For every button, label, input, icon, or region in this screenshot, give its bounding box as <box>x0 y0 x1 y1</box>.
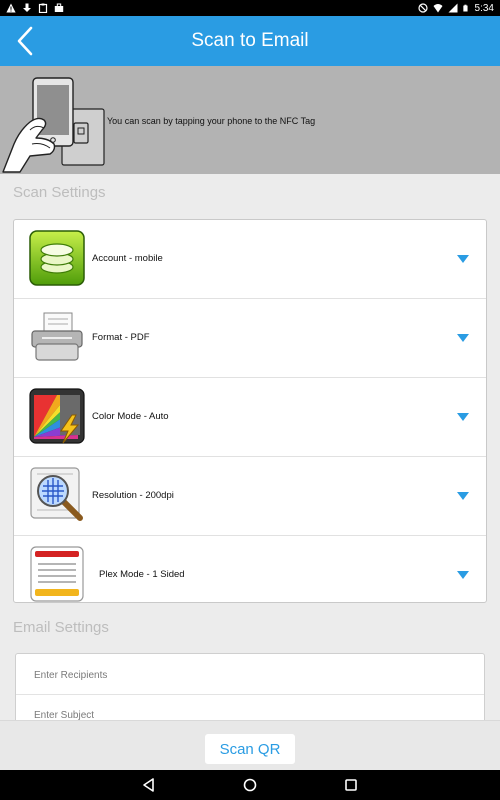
dropdown-arrow-icon <box>457 255 469 263</box>
briefcase-icon <box>54 3 64 12</box>
status-bar: 5:34 <box>0 0 500 16</box>
dropdown-arrow-icon <box>457 413 469 421</box>
format-scanner-icon <box>31 312 83 361</box>
back-button[interactable] <box>10 25 40 57</box>
account-setting-label: Account - mobile <box>92 253 163 264</box>
plex-mode-icon <box>30 546 84 602</box>
nfc-banner: You can scan by tapping your phone to th… <box>0 66 500 174</box>
wifi-icon <box>433 4 443 13</box>
scan-qr-button[interactable]: Scan QR <box>205 734 295 764</box>
do-not-disturb-icon <box>417 3 428 13</box>
status-time: 5:34 <box>474 2 494 14</box>
system-navigation-bar <box>0 770 500 800</box>
resolution-setting-row[interactable]: Resolution - 200dpi <box>14 457 486 536</box>
color-mode-setting-row[interactable]: Color Mode - Auto <box>14 378 486 457</box>
cell-signal-icon <box>448 3 458 13</box>
color-mode-icon <box>29 388 85 444</box>
resolution-setting-label: Resolution - 200dpi <box>92 490 174 501</box>
clipboard-icon <box>38 3 48 13</box>
account-setting-row[interactable]: Account - mobile <box>14 220 486 299</box>
battery-icon <box>462 4 468 12</box>
nfc-tap-illustration-icon <box>2 77 105 173</box>
app-bar: Scan to Email <box>0 16 500 66</box>
color-mode-setting-label: Color Mode - Auto <box>92 411 169 422</box>
email-settings-header: Email Settings <box>0 609 500 645</box>
download-icon <box>23 3 31 12</box>
dropdown-arrow-icon <box>457 571 469 579</box>
dropdown-arrow-icon <box>457 334 469 342</box>
warning-icon <box>6 3 16 13</box>
scan-settings-header: Scan Settings <box>0 174 500 210</box>
format-setting-label: Format - PDF <box>92 332 150 343</box>
account-database-icon <box>29 230 85 286</box>
dropdown-arrow-icon <box>457 492 469 500</box>
bottom-action-bar: Scan QR <box>0 720 500 770</box>
page-title: Scan to Email <box>191 30 309 51</box>
plex-mode-setting-row[interactable]: Plex Mode - 1 Sided <box>14 536 486 615</box>
back-triangle-icon[interactable] <box>141 777 157 793</box>
nfc-instruction-text: You can scan by tapping your phone to th… <box>107 116 316 126</box>
scan-settings-list: Account - mobile Format - PDF Color Mode… <box>13 219 487 603</box>
plex-mode-setting-label: Plex Mode - 1 Sided <box>99 569 185 580</box>
format-setting-row[interactable]: Format - PDF <box>14 299 486 378</box>
resolution-magnifier-icon <box>30 467 83 521</box>
recents-square-icon[interactable] <box>343 777 359 793</box>
home-circle-icon[interactable] <box>242 777 258 793</box>
recipients-input[interactable] <box>16 655 484 695</box>
chevron-left-icon <box>17 26 33 56</box>
